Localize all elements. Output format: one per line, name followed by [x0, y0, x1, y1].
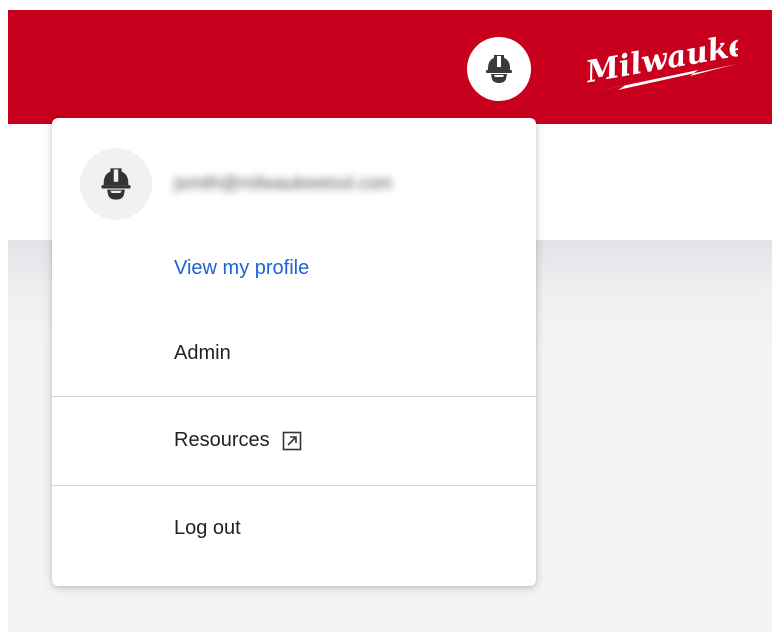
- view-profile-link[interactable]: View my profile: [174, 257, 309, 280]
- menu-divider: [52, 485, 536, 486]
- user-avatar-button[interactable]: [467, 37, 531, 101]
- external-link-icon: [282, 431, 301, 450]
- hardhat-icon: [101, 168, 131, 200]
- menu-divider: [52, 396, 536, 397]
- logout-menu-item[interactable]: Log out: [174, 517, 241, 540]
- menu-user-avatar: [80, 148, 152, 220]
- resources-menu-item[interactable]: Resources: [174, 429, 302, 452]
- user-email: jsmith@milwaukeetool.com: [174, 173, 393, 193]
- resources-label: Resources: [174, 429, 270, 451]
- milwaukee-logo: Milwaukee: [582, 28, 738, 94]
- admin-menu-item[interactable]: Admin: [174, 342, 231, 365]
- app-frame: Milwaukee jsmith@milwaukeetool.com View …: [0, 0, 772, 632]
- account-dropdown-menu: jsmith@milwaukeetool.com View my profile…: [52, 118, 536, 586]
- svg-text:Milwaukee: Milwaukee: [582, 28, 738, 90]
- hardhat-icon: [486, 55, 512, 83]
